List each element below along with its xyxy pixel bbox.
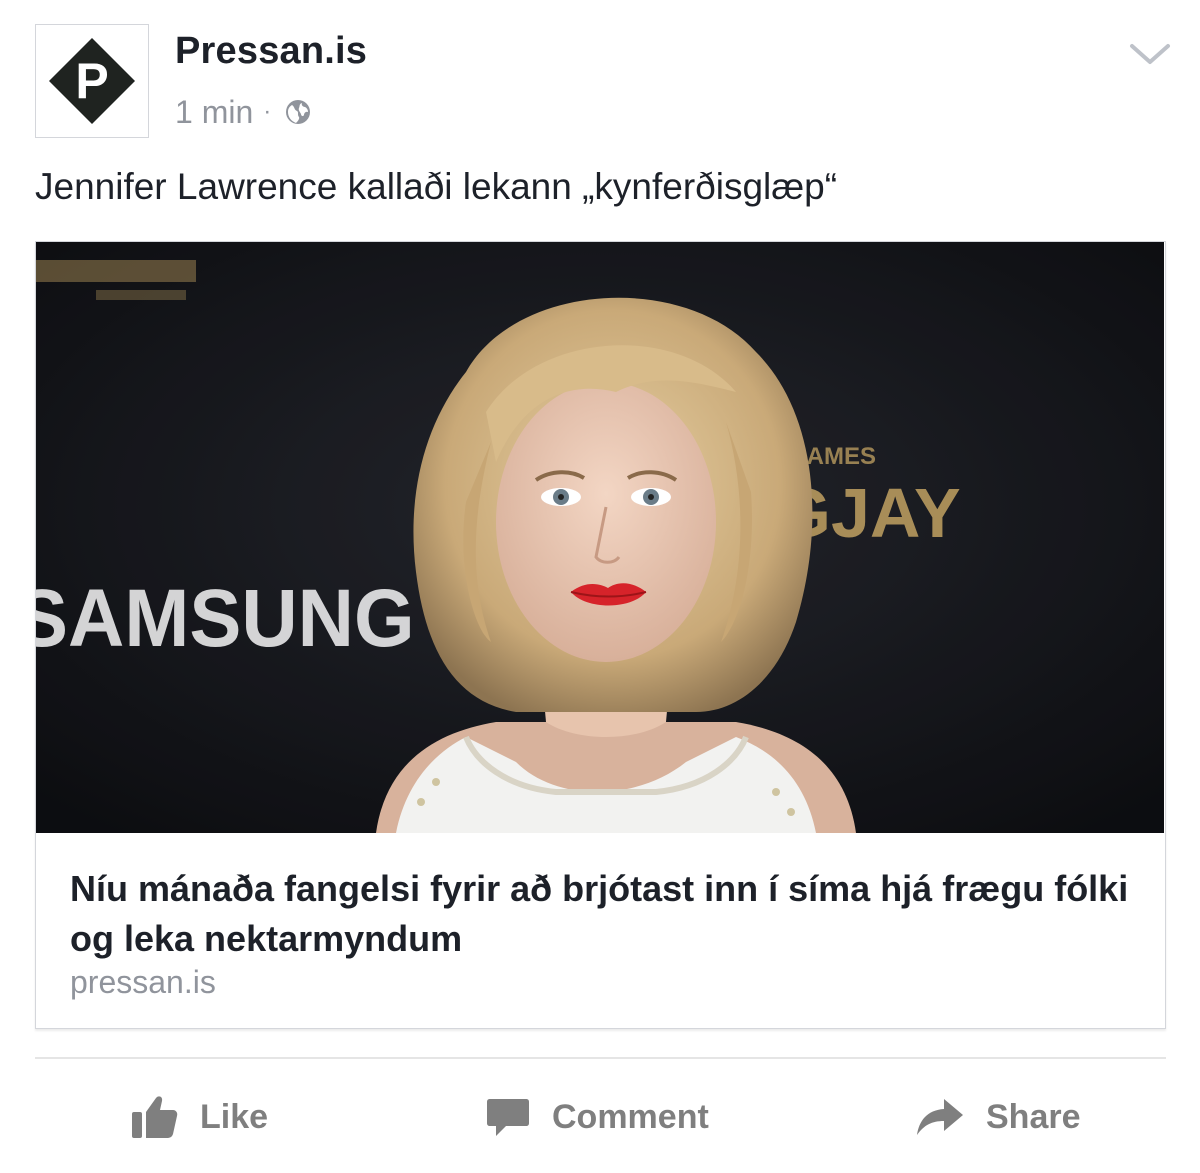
- page-avatar[interactable]: P: [35, 24, 149, 138]
- share-arrow-icon: [917, 1099, 963, 1135]
- chevron-down-icon[interactable]: [1128, 38, 1172, 70]
- pressan-logo: P: [49, 38, 135, 124]
- like-label: Like: [200, 1097, 269, 1136]
- backdrop-text-samsung: SAMSUNG: [36, 573, 415, 664]
- page-name[interactable]: Pressan.is: [175, 30, 367, 73]
- share-button[interactable]: Share: [916, 1092, 1081, 1142]
- post-timestamp[interactable]: 1 min: [175, 94, 253, 131]
- like-button[interactable]: Like: [130, 1092, 268, 1142]
- link-preview-card[interactable]: SAMSUNG NGJAY ER GAMES Níu mánaða fangel…: [35, 241, 1166, 1029]
- link-preview-image[interactable]: SAMSUNG NGJAY ER GAMES: [36, 242, 1164, 833]
- post-header: P Pressan.is 1 min ·: [0, 0, 1200, 150]
- article-photo: SAMSUNG NGJAY ER GAMES: [36, 242, 1164, 833]
- comment-bubble-icon: [487, 1099, 529, 1136]
- comment-button[interactable]: Comment: [486, 1092, 709, 1142]
- link-title[interactable]: Níu mánaða fangelsi fyrir að brjótast in…: [70, 864, 1130, 964]
- post-text: Jennifer Lawrence kallaði lekann „kynfer…: [35, 166, 838, 207]
- share-label: Share: [986, 1097, 1081, 1136]
- comment-label: Comment: [552, 1097, 709, 1136]
- action-bar: Like Comment Share: [0, 1060, 1200, 1173]
- post-meta: 1 min ·: [175, 92, 311, 132]
- actions-divider: [35, 1057, 1166, 1059]
- globe-icon: [286, 100, 311, 124]
- meta-separator: ·: [263, 98, 272, 125]
- thumbs-up-icon: [132, 1096, 178, 1138]
- logo-letter: P: [75, 53, 108, 109]
- link-domain: pressan.is: [70, 964, 216, 1000]
